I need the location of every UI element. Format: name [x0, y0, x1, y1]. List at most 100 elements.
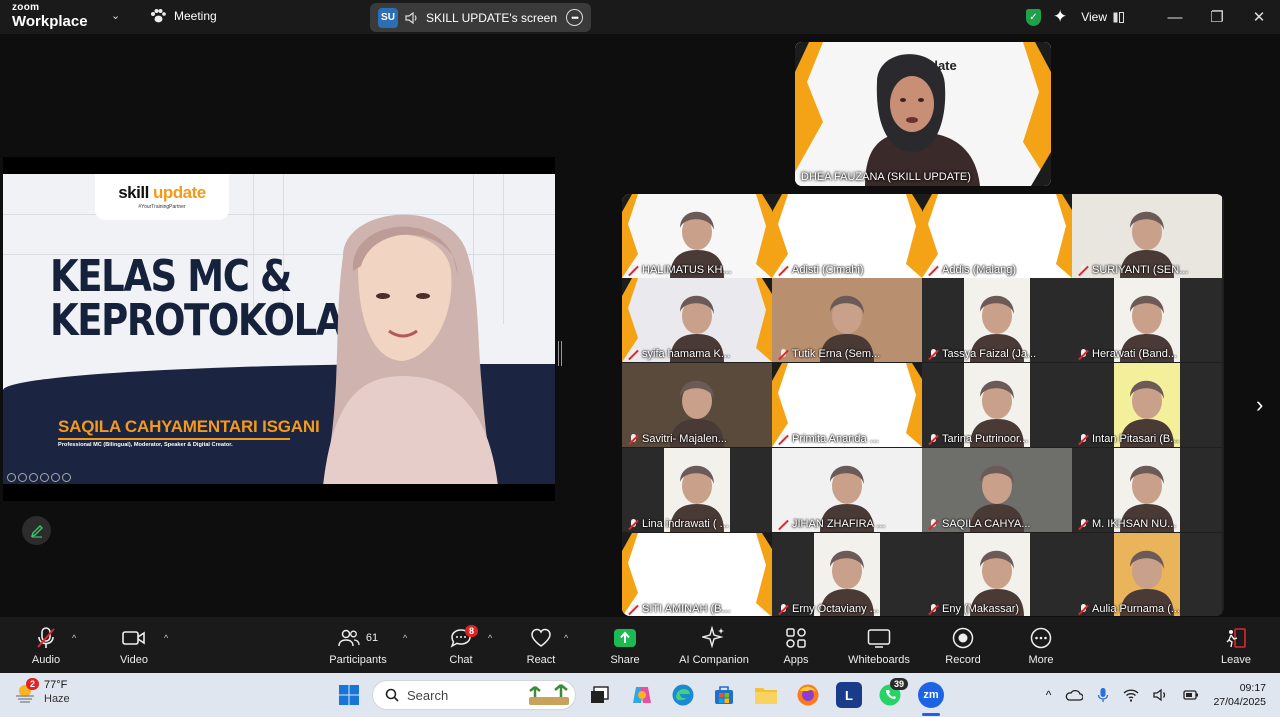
ai-companion-button[interactable]: AI Companion	[674, 617, 754, 673]
whiteboards-label: Whiteboards	[848, 654, 910, 666]
participant-name-text: Adisti (Cimahi)	[792, 264, 864, 276]
minimize-icon[interactable]: —	[1154, 9, 1196, 26]
participant-tile[interactable]: Lina indrawati ( ...	[622, 448, 772, 532]
participant-tile[interactable]: syifa hamama K...	[622, 278, 772, 362]
record-button[interactable]: Record	[943, 617, 983, 673]
participant-tile[interactable]: Addis (Malang)	[922, 194, 1072, 278]
react-options-caret-icon[interactable]: ^	[564, 633, 568, 643]
participant-name: Tassya Faizal (Ja...	[928, 348, 1036, 360]
participant-name-text: M. IKHSAN NU...	[1092, 518, 1177, 530]
wifi-icon[interactable]	[1123, 688, 1139, 702]
participant-name: Addis (Malang)	[928, 264, 1016, 276]
participant-name-text: Savitri- Majalen...	[642, 433, 727, 445]
zoom-app-icon[interactable]: zm	[918, 682, 944, 708]
system-clock[interactable]: 09:17 27/04/2025	[1213, 681, 1266, 709]
participants-options-caret-icon[interactable]: ^	[403, 633, 407, 643]
meeting-toolbar: Audio ^ Video ^ 61 Participants ^ Chat 8…	[0, 617, 1280, 673]
participant-tile[interactable]: HALIMATUS KH...	[622, 194, 772, 278]
ai-companion-icon	[702, 626, 724, 649]
weather-widget[interactable]: 2 77°F Haze	[14, 677, 70, 707]
gallery-next-page-icon[interactable]: ›	[1256, 392, 1263, 418]
chevron-down-icon[interactable]: ⌄	[111, 9, 120, 22]
audio-options-caret-icon[interactable]: ^	[72, 633, 76, 643]
audio-button[interactable]: Audio	[28, 617, 64, 673]
prev-slide-icon[interactable]	[7, 473, 16, 482]
pencil-icon	[30, 524, 43, 538]
chevron-up-icon[interactable]: ^	[1046, 688, 1052, 702]
more-options-icon[interactable]: •••	[566, 9, 583, 26]
microphone-icon[interactable]	[1097, 687, 1109, 703]
l-app-icon[interactable]: L	[836, 682, 862, 708]
participant-tile[interactable]: Erny Octaviany ...	[772, 533, 922, 616]
participant-tile[interactable]: JIHAN ZHAFIRA ...	[772, 448, 922, 532]
windows-start-icon[interactable]	[336, 682, 362, 708]
video-button[interactable]: Video	[114, 617, 154, 673]
more-button[interactable]: More	[1024, 617, 1058, 673]
active-speaker-video[interactable]: date DHEA FAUZANA (SKILL UPDATE)	[795, 42, 1051, 186]
participant-name-text: HALIMATUS KH...	[642, 264, 732, 276]
ai-sparkle-icon[interactable]: ✦	[1053, 7, 1067, 27]
speaker-underline	[58, 438, 290, 440]
zoom-workplace-logo[interactable]: zoom Workplace	[12, 3, 88, 30]
participant-tile[interactable]: Herawati (Band...	[1072, 278, 1222, 362]
participants-button[interactable]: 61 Participants	[326, 617, 390, 673]
participant-name: Primita Ananda ...	[778, 433, 879, 445]
pen-icon[interactable]	[29, 473, 38, 482]
restore-icon[interactable]: ❐	[1196, 8, 1238, 26]
more-icon[interactable]	[62, 473, 71, 482]
view-button[interactable]: View	[1081, 10, 1124, 24]
taskbar-search-input[interactable]: Search	[372, 680, 576, 710]
chat-options-caret-icon[interactable]: ^	[488, 633, 492, 643]
slide-toolbar[interactable]	[7, 473, 71, 482]
participant-tile[interactable]: SURIYANTI (SEN...	[1072, 194, 1222, 278]
gallery-icon[interactable]	[40, 473, 49, 482]
speaker-icon	[405, 11, 417, 24]
volume-icon[interactable]	[1153, 688, 1169, 702]
leave-button[interactable]: Leave	[1219, 617, 1253, 673]
muted-mic-icon	[628, 518, 639, 530]
onedrive-icon[interactable]	[1065, 689, 1084, 701]
zoom-icon[interactable]	[51, 473, 60, 482]
meeting-tab[interactable]: Meeting	[150, 9, 217, 23]
shared-screen-pill[interactable]: SU SKILL UPDATE's screen •••	[370, 3, 591, 32]
annotate-button[interactable]	[22, 516, 51, 545]
participant-tile[interactable]: Tassya Faizal (Ja...	[922, 278, 1072, 362]
firefox-icon[interactable]	[795, 682, 821, 708]
participant-tile[interactable]: Intan Pitasari (B...	[1072, 363, 1222, 447]
participant-tile[interactable]: Aulia Purnama (...	[1072, 533, 1222, 616]
participant-tile[interactable]: M. IKHSAN NU...	[1072, 448, 1222, 532]
microsoft-store-icon[interactable]	[711, 682, 737, 708]
participant-tile[interactable]: Adisti (Cimahi)	[772, 194, 922, 278]
encryption-shield-icon[interactable]: ✓	[1025, 8, 1041, 26]
shared-screen[interactable]: skill update #YourTrainingPartner KELAS …	[3, 157, 555, 501]
next-slide-icon[interactable]	[18, 473, 27, 482]
video-options-caret-icon[interactable]: ^	[164, 633, 168, 643]
participant-tile[interactable]: Tarina Putrinoor...	[922, 363, 1072, 447]
participant-tile[interactable]: Eny (Makassar)	[922, 533, 1072, 616]
participant-name: Lina indrawati ( ...	[628, 518, 729, 530]
share-button[interactable]: Share	[608, 617, 642, 673]
file-explorer-icon[interactable]	[753, 682, 779, 708]
muted-mic-icon	[1078, 348, 1089, 360]
participant-tile[interactable]: Savitri- Majalen...	[622, 363, 772, 447]
participant-tile[interactable]: Tutik Erna (Sem...	[772, 278, 922, 362]
participant-name-text: Aulia Purnama (...	[1092, 603, 1181, 615]
task-view-icon[interactable]	[587, 682, 613, 708]
participant-name: Herawati (Band...	[1078, 348, 1177, 360]
muted-mic-icon	[1078, 433, 1089, 445]
copilot-icon[interactable]	[629, 682, 655, 708]
participant-tile[interactable]: SITI AMINAH (B...	[622, 533, 772, 616]
search-icon	[385, 688, 399, 702]
speaker-portrait-image	[323, 214, 498, 484]
close-icon[interactable]: ✕	[1238, 8, 1280, 26]
battery-icon[interactable]	[1183, 689, 1199, 701]
whiteboards-button[interactable]: Whiteboards	[846, 617, 912, 673]
participant-name-text: syifa hamama K...	[642, 348, 731, 360]
split-view-handle[interactable]	[558, 341, 562, 366]
apps-button[interactable]: Apps	[780, 617, 812, 673]
participant-tile[interactable]: Primita Ananda ...	[772, 363, 922, 447]
muted-mic-icon	[628, 348, 639, 360]
react-button[interactable]: React	[524, 617, 558, 673]
participant-tile[interactable]: SAQILA CAHYA...	[922, 448, 1072, 532]
edge-browser-icon[interactable]	[670, 682, 696, 708]
